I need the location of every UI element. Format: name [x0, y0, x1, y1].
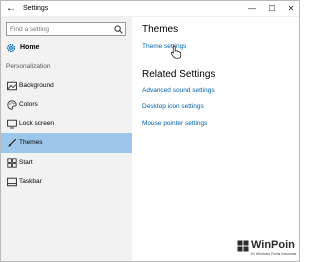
- start-grid-icon: [7, 158, 17, 168]
- sidebar-item-label: Start: [19, 159, 33, 166]
- maximize-button[interactable]: ☐: [263, 1, 281, 17]
- sidebar-item-colors[interactable]: Colors: [1, 95, 132, 115]
- sidebar-item-label: Lock screen: [19, 120, 55, 127]
- image-icon: [7, 81, 17, 91]
- sidebar-item-label: Colors: [19, 101, 38, 108]
- sidebar-item-lock-screen[interactable]: Lock screen: [1, 114, 132, 134]
- search-icon: [114, 25, 123, 34]
- home-label: Home: [20, 44, 40, 51]
- sidebar-item-background[interactable]: Background: [1, 76, 132, 96]
- sidebar: Find a setting Home Personalization Back…: [1, 17, 132, 261]
- sidebar-item-start[interactable]: Start: [1, 153, 132, 173]
- related-settings-heading: Related Settings: [142, 69, 216, 80]
- main-content: Themes Theme settings Related Settings A…: [132, 17, 299, 261]
- advanced-sound-settings-link[interactable]: Advanced sound settings: [142, 86, 215, 96]
- watermark-name: WinPoin: [251, 239, 295, 251]
- close-button[interactable]: ✕: [282, 1, 299, 17]
- gear-icon: [6, 43, 16, 53]
- sidebar-item-themes[interactable]: Themes: [1, 133, 132, 153]
- desktop-icon-settings-link[interactable]: Desktop icon settings: [142, 102, 204, 112]
- hand-cursor-icon: [170, 45, 182, 59]
- taskbar-icon: [7, 177, 17, 187]
- search-placeholder: Find a setting: [10, 26, 50, 33]
- brush-icon: [8, 138, 17, 147]
- sidebar-item-taskbar[interactable]: Taskbar: [1, 172, 132, 192]
- settings-window: ← Settings — ☐ ✕ Find a setting Home Per…: [0, 0, 300, 262]
- palette-icon: [7, 100, 17, 110]
- sidebar-item-label: Themes: [19, 139, 43, 146]
- search-input[interactable]: Find a setting: [6, 22, 126, 36]
- mouse-pointer-settings-link[interactable]: Mouse pointer settings: [142, 119, 207, 129]
- back-button[interactable]: ←: [4, 2, 18, 16]
- minimize-button[interactable]: —: [243, 1, 261, 17]
- home-nav-item[interactable]: Home: [6, 41, 126, 55]
- watermark: WinPoin #1 Windows Portal Indonesia: [237, 237, 299, 261]
- window-title: Settings: [23, 5, 49, 12]
- title-bar: ← Settings — ☐ ✕: [1, 1, 299, 17]
- page-title: Themes: [142, 24, 179, 35]
- sidebar-item-label: Taskbar: [19, 178, 42, 185]
- watermark-tagline: #1 Windows Portal Indonesia: [251, 252, 297, 256]
- section-heading-personalization: Personalization: [6, 63, 51, 70]
- monitor-icon: [7, 119, 17, 129]
- windows-logo-icon: [237, 240, 249, 252]
- sidebar-item-label: Background: [19, 82, 54, 89]
